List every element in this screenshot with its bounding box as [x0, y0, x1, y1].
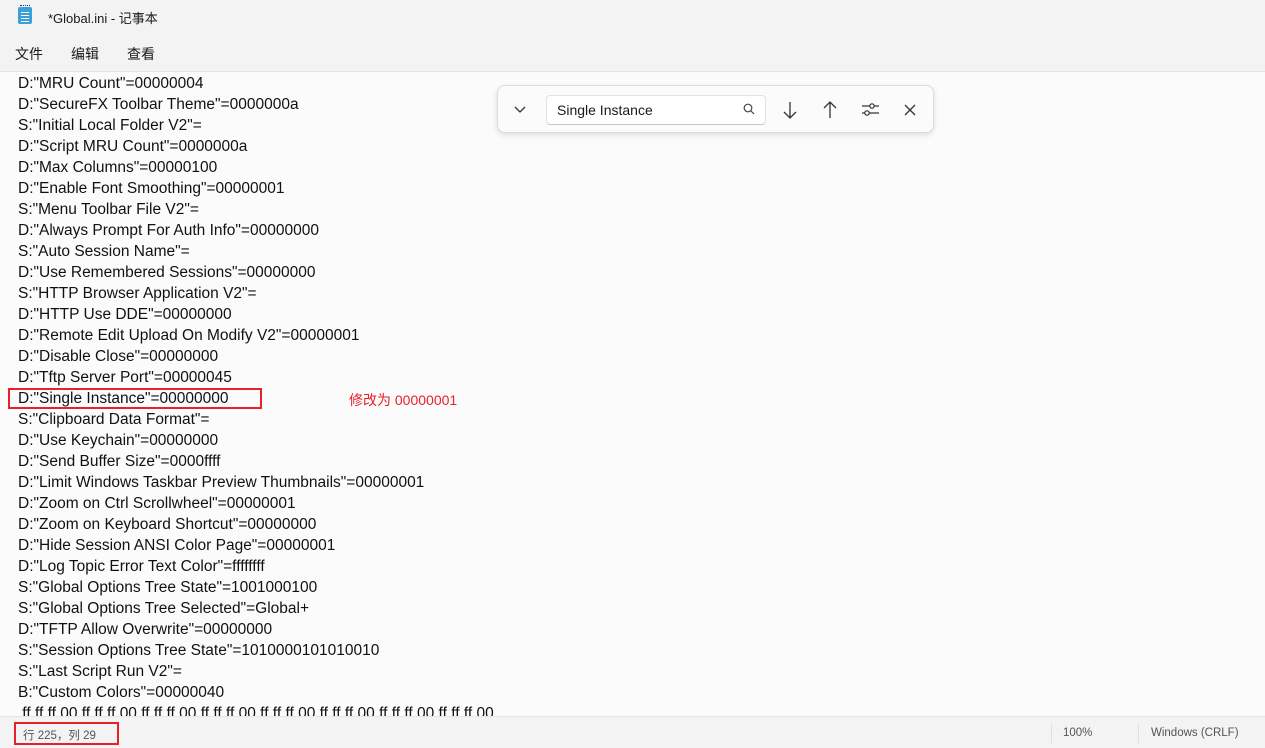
status-bar: 行 225，列 29 100% Windows (CRLF): [0, 716, 1265, 748]
text-line: D:"Hide Session ANSI Color Page"=0000000…: [18, 537, 336, 554]
options-sliders-icon[interactable]: [858, 98, 882, 122]
window-title: *Global.ini - 记事本: [48, 11, 158, 26]
text-line: D:"Script MRU Count"=0000000a: [18, 138, 248, 155]
text-line: D:"Log Topic Error Text Color"=ffffffff: [18, 558, 265, 575]
arrow-up-icon[interactable]: [818, 98, 842, 122]
menu-edit[interactable]: 编辑: [71, 44, 99, 64]
text-line: D:"MRU Count"=00000004: [18, 75, 204, 92]
title-bar: *Global.ini - 记事本: [0, 0, 1265, 34]
arrow-down-icon[interactable]: [778, 98, 802, 122]
chevron-down-icon[interactable]: [508, 98, 532, 122]
text-line: B:"Custom Colors"=00000040: [18, 684, 225, 701]
zoom-level: 100%: [1063, 727, 1093, 739]
text-line: S:"Auto Session Name"=: [18, 243, 190, 260]
text-line: D:"Remote Edit Upload On Modify V2"=0000…: [18, 327, 360, 344]
text-line: D:"SecureFX Toolbar Theme"=0000000a: [18, 96, 299, 113]
text-line: D:"TFTP Allow Overwrite"=00000000: [18, 621, 273, 638]
text-line: D:"Enable Font Smoothing"=00000001: [18, 180, 285, 197]
text-editor[interactable]: D:"MRU Count"=00000004 D:"SecureFX Toolba…: [0, 71, 1265, 716]
text-line: D:"Disable Close"=00000000: [18, 348, 219, 365]
text-line: S:"Last Script Run V2"=: [18, 663, 182, 680]
divider: [1138, 723, 1139, 743]
text-line: D:"Max Columns"=00000100: [18, 159, 218, 176]
text-line: D:"Use Remembered Sessions"=00000000: [18, 264, 316, 281]
text-line: D:"Zoom on Keyboard Shortcut"=00000000: [18, 516, 317, 533]
find-query: Single Instance: [557, 102, 653, 118]
search-icon[interactable]: [743, 103, 755, 115]
highlight-box: [8, 388, 262, 409]
menu-view[interactable]: 查看: [127, 44, 155, 64]
text-line: S:"Global Options Tree State"=1001000100: [18, 579, 318, 596]
text-line: S:"Clipboard Data Format"=: [18, 411, 210, 428]
text-line: S:"Global Options Tree Selected"=Global+: [18, 600, 310, 617]
find-panel: Single Instance: [497, 85, 934, 133]
text-line: D:"HTTP Use DDE"=00000000: [18, 306, 232, 323]
menu-bar: 文件 编辑 查看: [0, 36, 1265, 70]
find-input[interactable]: Single Instance: [546, 95, 766, 125]
text-line: D:"Use Keychain"=00000000: [18, 432, 219, 449]
menu-file[interactable]: 文件: [15, 44, 43, 64]
annotation-text: 修改为 00000001: [349, 392, 458, 408]
close-icon[interactable]: [898, 98, 922, 122]
text-line: S:"Session Options Tree State"=101000010…: [18, 642, 380, 659]
text-line: D:"Send Buffer Size"=0000ffff: [18, 453, 221, 470]
notepad-icon: [18, 5, 32, 24]
text-line: S:"Initial Local Folder V2"=: [18, 117, 202, 134]
text-line: S:"Menu Toolbar File V2"=: [18, 201, 199, 218]
text-line: D:"Tftp Server Port"=00000045: [18, 369, 232, 386]
text-line: S:"HTTP Browser Application V2"=: [18, 285, 257, 302]
text-line: D:"Zoom on Ctrl Scrollwheel"=00000001: [18, 495, 296, 512]
cursor-position: 行 225，列 29: [23, 730, 96, 742]
divider: [1051, 723, 1052, 743]
text-line: D:"Always Prompt For Auth Info"=00000000: [18, 222, 319, 239]
text-line: ff ff ff 00 ff ff ff 00 ff ff ff 00 ff f…: [18, 705, 494, 716]
line-ending: Windows (CRLF): [1151, 727, 1239, 739]
text-line: D:"Limit Windows Taskbar Preview Thumbna…: [18, 474, 425, 491]
